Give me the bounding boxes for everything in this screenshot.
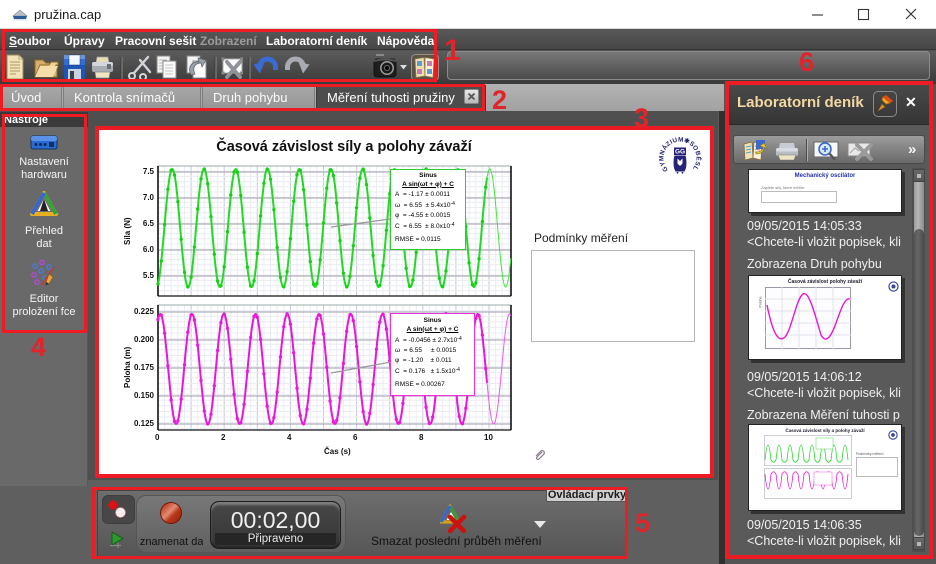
svg-text:GG: GG	[675, 149, 685, 156]
